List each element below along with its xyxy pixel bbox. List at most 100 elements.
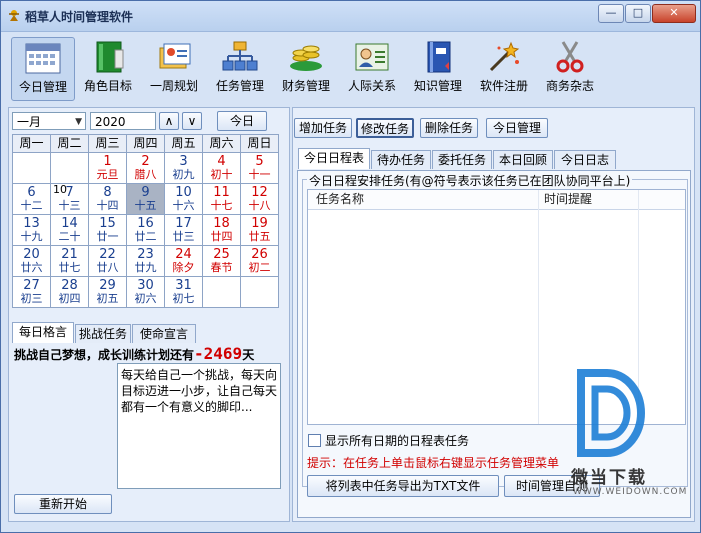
challenge-suffix: 天 (242, 348, 255, 362)
delete-task-button[interactable]: 删除任务 (420, 118, 478, 138)
calendar-day-cell[interactable]: 25 春节 (202, 245, 241, 277)
column-task-name[interactable]: 任务名称 (316, 190, 364, 208)
day-number: 24 (175, 247, 192, 262)
lunar-date: 除夕 (172, 261, 195, 274)
calendar-day-cell[interactable]: 26 初二 (240, 245, 279, 277)
calendar-day-cell[interactable]: 13 十九 (12, 214, 51, 246)
day-number: 28 (61, 278, 78, 293)
day-number: 29 (99, 278, 116, 293)
maximize-button[interactable]: □ (625, 4, 651, 23)
notebook-icon (427, 41, 451, 73)
title-bar[interactable]: 稻草人时间管理软件 — □ ✕ (1, 1, 700, 32)
list-header (308, 190, 685, 210)
edit-task-button[interactable]: 修改任务 (356, 118, 414, 138)
close-button[interactable]: ✕ (652, 4, 696, 23)
tab-delegated-tasks[interactable]: 委托任务 (432, 150, 492, 169)
calendar-day-cell[interactable]: 8 十四 (88, 183, 127, 215)
toolbar-weekly-planning[interactable]: 一周规划 (143, 37, 205, 99)
lunar-date: 初二 (248, 261, 271, 274)
calendar-day-cell[interactable]: 12 十八 (240, 183, 279, 215)
calendar-day-cell[interactable]: 16 廿二 (126, 214, 165, 246)
toolbar-relationships[interactable]: 人际关系 (341, 37, 403, 99)
toolbar-today-management[interactable]: 今日管理 (11, 37, 75, 101)
day-number: 3 (179, 154, 188, 169)
lunar-date: 廿五 (248, 230, 271, 243)
minimize-button[interactable]: — (598, 4, 624, 23)
calendar-day-cell[interactable]: 19 廿五 (240, 214, 279, 246)
toolbar-business-magazine[interactable]: 商务杂志 (539, 37, 601, 99)
calendar-day-cell[interactable]: 3 初九 (164, 152, 203, 184)
calendar-day-cell[interactable]: 10 十六 (164, 183, 203, 215)
calendar-day-cell[interactable]: 9 十五 (126, 183, 165, 215)
calendar-day-cell[interactable]: 14 二十 (50, 214, 89, 246)
calendar-day-cell[interactable]: 15 廿一 (88, 214, 127, 246)
toolbar-knowledge-management[interactable]: 知识管理 (407, 37, 469, 99)
add-task-button[interactable]: 增加任务 (294, 118, 352, 138)
day-number: 8 (103, 185, 112, 200)
calendar-day-cell[interactable]: 27 初三 (12, 276, 51, 308)
lunar-date: 十一 (248, 168, 271, 181)
restart-button[interactable]: 重新开始 (14, 494, 112, 514)
year-up-button[interactable]: ∧ (159, 112, 179, 130)
show-all-row: 显示所有日期的日程表任务 (308, 432, 469, 449)
column-time-reminder[interactable]: 时间提醒 (544, 190, 592, 208)
coins-icon (290, 45, 322, 71)
year-down-button[interactable]: ∨ (182, 112, 202, 130)
calendar-day-cell[interactable]: 22 廿八 (88, 245, 127, 277)
tab-mission-statement[interactable]: 使命宣言 (132, 324, 196, 343)
calendar-day-cell[interactable]: 30 初六 (126, 276, 165, 308)
calendar-day-cell[interactable]: 2 腊八 (126, 152, 165, 184)
calendar-day-cell[interactable]: 5 十一 (240, 152, 279, 184)
show-all-label: 显示所有日期的日程表任务 (325, 434, 470, 448)
lunar-date: 初十 (210, 168, 233, 181)
lunar-date: 春节 (210, 261, 233, 274)
calendar-day-cell[interactable]: 29 初五 (88, 276, 127, 308)
calendar-day-cell[interactable]: 18 廿四 (202, 214, 241, 246)
calendar-day-cell[interactable]: 4 初十 (202, 152, 241, 184)
tab-challenge-task[interactable]: 挑战任务 (75, 324, 131, 343)
calendar-week-row: 27 初三 28 初四 29 初五 30 初六 31 初七 (12, 276, 279, 308)
weekday-header: 周五 (164, 134, 203, 153)
tab-todo-tasks[interactable]: 待办任务 (371, 150, 431, 169)
calendar-day-cell[interactable]: 23 廿九 (126, 245, 165, 277)
calendar-day-cell[interactable]: 20 廿六 (12, 245, 51, 277)
toolbar-finance-management[interactable]: 财务管理 (275, 37, 337, 99)
calendar-day-cell[interactable]: 24 除夕 (164, 245, 203, 277)
export-txt-button[interactable]: 将列表中任务导出为TXT文件 (307, 475, 499, 497)
main-toolbar: 今日管理 角色目标 一周规划 任务管理 财务管理 人际关系 知识管理 软件注册 (9, 35, 693, 101)
tree-icon (222, 41, 258, 71)
tab-daily-motto[interactable]: 每日格言 (12, 322, 74, 343)
calendar-day-cell[interactable]: 10 7 十三 (50, 183, 89, 215)
show-all-checkbox[interactable] (308, 434, 321, 447)
lunar-date: 十六 (172, 199, 195, 212)
toolbar-software-registration[interactable]: 软件注册 (473, 37, 535, 99)
calendar-week-row: 20 廿六 21 廿七 22 廿八 23 廿九 24 除夕 25 春节 26 初二 (12, 245, 279, 277)
calendar-week-row: 13 十九 14 二十 15 廿一 16 廿二 17 廿三 18 廿四 19 廿五 (12, 214, 279, 246)
today-button[interactable]: 今日 (217, 111, 267, 131)
toolbar-task-management[interactable]: 任务管理 (209, 37, 271, 99)
lunar-date: 初五 (96, 292, 119, 305)
calendar-icon (25, 43, 61, 74)
calendar-day-cell[interactable]: 31 初七 (164, 276, 203, 308)
calendar-day-cell[interactable]: 28 初四 (50, 276, 89, 308)
calendar-day-cell[interactable]: 6 十二 (12, 183, 51, 215)
tab-today-schedule[interactable]: 今日日程表 (298, 148, 370, 169)
calendar-day-cell[interactable]: 1 元旦 (88, 152, 127, 184)
tab-daily-review[interactable]: 本日回顾 (493, 150, 553, 169)
toolbar-role-goals[interactable]: 角色目标 (77, 37, 139, 99)
day-number: 26 (251, 247, 268, 262)
weekday-header: 周三 (88, 134, 127, 153)
day-number: 14 (61, 216, 78, 231)
today-management-button[interactable]: 今日管理 (486, 118, 548, 138)
month-select[interactable]: 一月 ▼ (12, 112, 86, 130)
weekday-header: 周六 (202, 134, 241, 153)
tab-today-log[interactable]: 今日日志 (554, 150, 616, 169)
calendar-day-cell[interactable]: 21 廿七 (50, 245, 89, 277)
year-input[interactable]: 2020 (90, 112, 156, 130)
calendar-day-cell[interactable]: 11 十七 (202, 183, 241, 215)
day-number: 4 (217, 154, 226, 169)
calendar-day-cell[interactable]: 17 廿三 (164, 214, 203, 246)
day-number: 16 (137, 216, 154, 231)
day-number: 27 (23, 278, 40, 293)
lunar-date: 初三 (20, 292, 43, 305)
